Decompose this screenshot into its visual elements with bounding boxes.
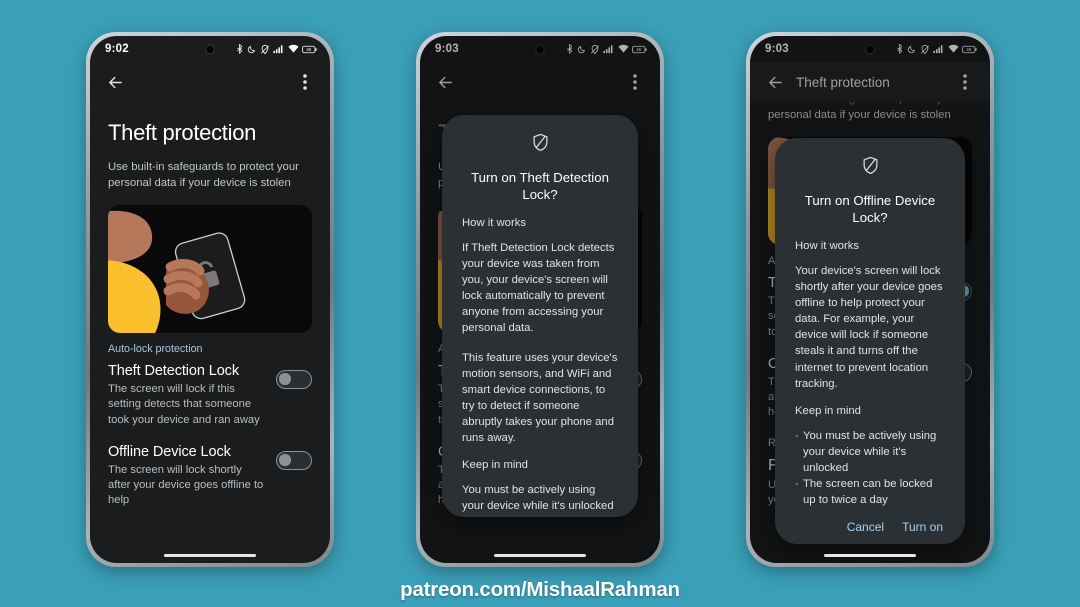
section-label-auto-lock: Auto-lock protection — [108, 343, 203, 356]
shield-off-icon — [863, 156, 877, 174]
navigation-pill[interactable] — [824, 553, 916, 557]
toggle-offline-device-lock[interactable] — [276, 450, 312, 470]
more-vertical-icon — [303, 74, 307, 90]
overflow-menu-button[interactable] — [290, 67, 320, 97]
toggle-knob — [279, 373, 291, 385]
app-bar — [90, 62, 330, 102]
do-not-disturb-moon-icon — [247, 45, 256, 53]
shield-off-icon — [533, 133, 547, 151]
bluetooth-icon — [236, 43, 242, 54]
toggle-knob — [279, 454, 291, 466]
cancel-button[interactable]: Cancel — [847, 520, 884, 534]
status-bar: 9:02 46 — [90, 36, 330, 62]
back-button[interactable] — [100, 67, 130, 97]
page-content: Theft protection Use built-in safeguards… — [90, 102, 330, 563]
phone-2-screen: 9:03 46 Turn on Theft Detection Lock? Ho… — [420, 36, 660, 563]
dialog-keep-body: You must be actively using your device w… — [462, 483, 614, 512]
turn-on-offline-device-lock-dialog: Turn on Offline Device Lock? How it work… — [775, 138, 965, 544]
row-text: Offline Device Lock The screen will lock… — [108, 444, 266, 509]
phone-1-screen: 9:02 46 Theft protection Use built-in sa… — [90, 36, 330, 563]
dialog-icon-wrap — [462, 133, 618, 157]
phone-3: 9:03 46 Theft protection personal data i… — [746, 32, 994, 567]
setting-title: Offline Device Lock — [108, 443, 231, 460]
hero-illustration — [108, 205, 312, 334]
dialog-title: Turn on Offline Device Lock? — [804, 193, 936, 226]
navigation-pill[interactable] — [494, 553, 586, 557]
dialog-how-heading: How it works — [462, 217, 527, 230]
page-title: Theft protection — [108, 120, 257, 145]
dialog-keep-heading: Keep in mind — [795, 404, 861, 417]
dialog-keep-heading: Keep in mind — [462, 458, 528, 471]
phone-2: 9:03 46 Turn on Theft Detection Lock? Ho… — [416, 32, 664, 567]
keep-point: You must be actively using your device w… — [795, 428, 945, 476]
back-arrow-icon — [108, 76, 122, 88]
location-off-icon — [260, 44, 269, 54]
page-intro: Use built-in safeguards to protect your … — [108, 161, 299, 189]
turn-on-button[interactable]: Turn on — [902, 520, 943, 534]
dialog-title: Turn on Theft Detection Lock? — [471, 170, 609, 203]
phone-3-screen: 9:03 46 Theft protection personal data i… — [750, 36, 990, 563]
status-clock: 9:02 — [105, 43, 129, 55]
keep-point: The screen can be locked up to twice a d… — [795, 476, 945, 508]
dialog-how-heading: How it works — [795, 240, 860, 253]
svg-text:46: 46 — [306, 47, 311, 52]
setting-row-offline-device-lock[interactable]: Offline Device Lock The screen will lock… — [108, 444, 312, 509]
dialog-actions: Cancel Turn on — [795, 508, 945, 538]
navigation-pill[interactable] — [164, 553, 256, 557]
dialog-keep-points: You must be actively using your device w… — [795, 428, 945, 508]
setting-row-theft-detection-lock[interactable]: Theft Detection Lock The screen will loc… — [108, 363, 312, 428]
dialog-how-body: If Theft Detection Lock detects your dev… — [462, 242, 615, 335]
person-holding-phone-unlock-illustration — [108, 205, 312, 334]
phone-1: 9:02 46 Theft protection Use built-in sa… — [86, 32, 334, 567]
signal-bars-icon — [273, 45, 283, 54]
screenshot-stage: 9:02 46 Theft protection Use built-in sa… — [0, 0, 1080, 607]
dialog-how-body: Your device's screen will lock shortly a… — [795, 265, 943, 390]
setting-title: Theft Detection Lock — [108, 363, 239, 380]
toggle-theft-detection-lock[interactable] — [276, 370, 312, 390]
row-text: Theft Detection Lock The screen will loc… — [108, 363, 266, 428]
dialog-how-body-2: This feature uses your device's motion s… — [462, 351, 618, 444]
battery-icon: 46 — [302, 45, 317, 53]
wifi-icon — [287, 44, 299, 53]
setting-description: The screen will lock shortly after your … — [108, 463, 264, 507]
dialog-icon-wrap — [795, 156, 945, 180]
camera-punch-hole — [204, 44, 216, 55]
status-icons: 46 — [235, 43, 318, 55]
turn-on-theft-detection-lock-dialog: Turn on Theft Detection Lock? How it wor… — [442, 115, 638, 517]
watermark-caption: patreon.com/MishaalRahman — [400, 578, 680, 601]
setting-description: The screen will lock if this setting det… — [108, 383, 260, 426]
